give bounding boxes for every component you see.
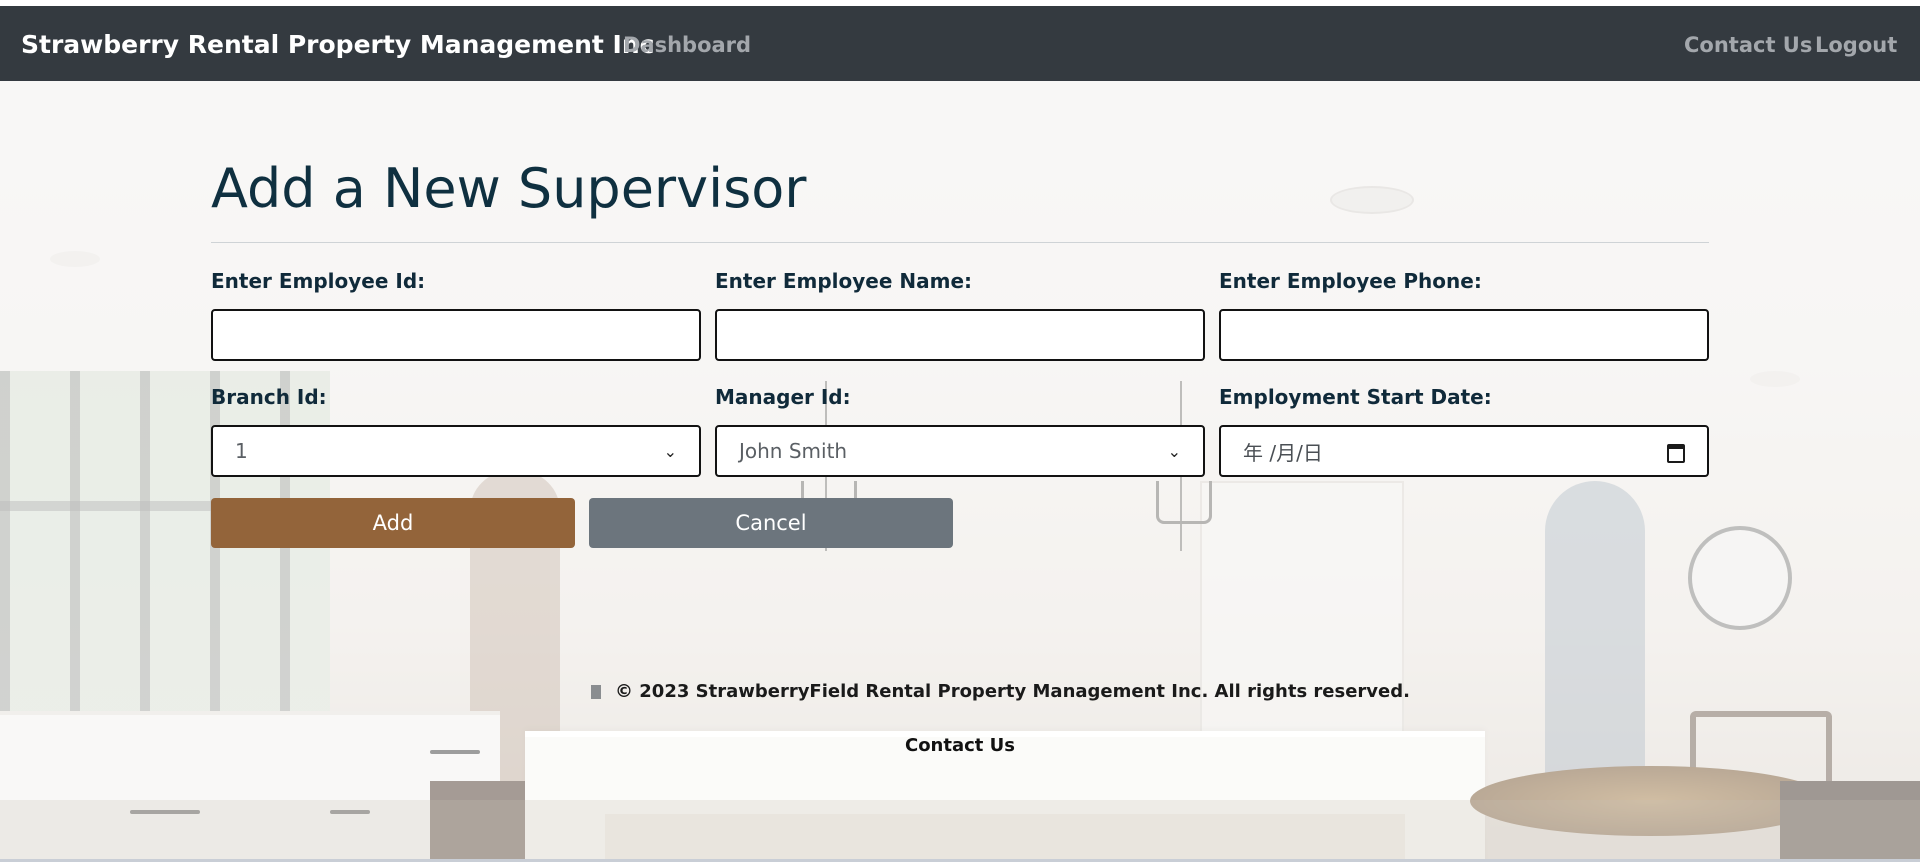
start-date-placeholder: 年 /月/日 (1243, 440, 1323, 465)
branch-id-value: 1 (235, 439, 248, 463)
navbar: Strawberry Rental Property Management In… (0, 6, 1920, 81)
employee-name-label: Enter Employee Name: (715, 269, 973, 293)
chevron-down-icon: ⌄ (663, 441, 677, 461)
employee-id-input[interactable] (211, 309, 701, 361)
branch-id-select[interactable]: 1 ⌄ (211, 425, 701, 477)
manager-id-value: John Smith (739, 439, 848, 463)
start-date-input[interactable]: 年 /月/日 (1219, 425, 1709, 477)
chevron-down-icon: ⌄ (1167, 441, 1181, 461)
manager-id-select[interactable]: John Smith ⌄ (715, 425, 1205, 477)
page-title: Add a New Supervisor (211, 157, 807, 220)
cancel-button[interactable]: Cancel (589, 498, 953, 548)
nav-logout-link[interactable]: Logout (1815, 33, 1897, 57)
start-date-label: Employment Start Date: (1219, 385, 1492, 409)
employee-id-label: Enter Employee Id: (211, 269, 426, 293)
brand-title[interactable]: Strawberry Rental Property Management In… (21, 30, 654, 59)
copyright-marker-icon (591, 684, 601, 699)
main-hero: Add a New Supervisor Enter Employee Id: … (0, 81, 1920, 859)
copyright-text: © 2023 StrawberryField Rental Property M… (615, 681, 1410, 702)
footer-contact-link[interactable]: Contact Us (0, 735, 1920, 756)
employee-phone-input[interactable] (1219, 309, 1709, 361)
calendar-icon[interactable] (1667, 442, 1685, 463)
add-button[interactable]: Add (211, 498, 575, 548)
manager-id-label: Manager Id: (715, 385, 851, 409)
title-divider (211, 242, 1709, 243)
employee-phone-label: Enter Employee Phone: (1219, 269, 1482, 293)
nav-contact-link[interactable]: Contact Us (1684, 33, 1812, 57)
branch-id-label: Branch Id: (211, 385, 327, 409)
employee-name-input[interactable] (715, 309, 1205, 361)
nav-dashboard-link[interactable]: Dashboard (623, 33, 751, 57)
footer-copyright: © 2023 StrawberryField Rental Property M… (591, 681, 1410, 702)
